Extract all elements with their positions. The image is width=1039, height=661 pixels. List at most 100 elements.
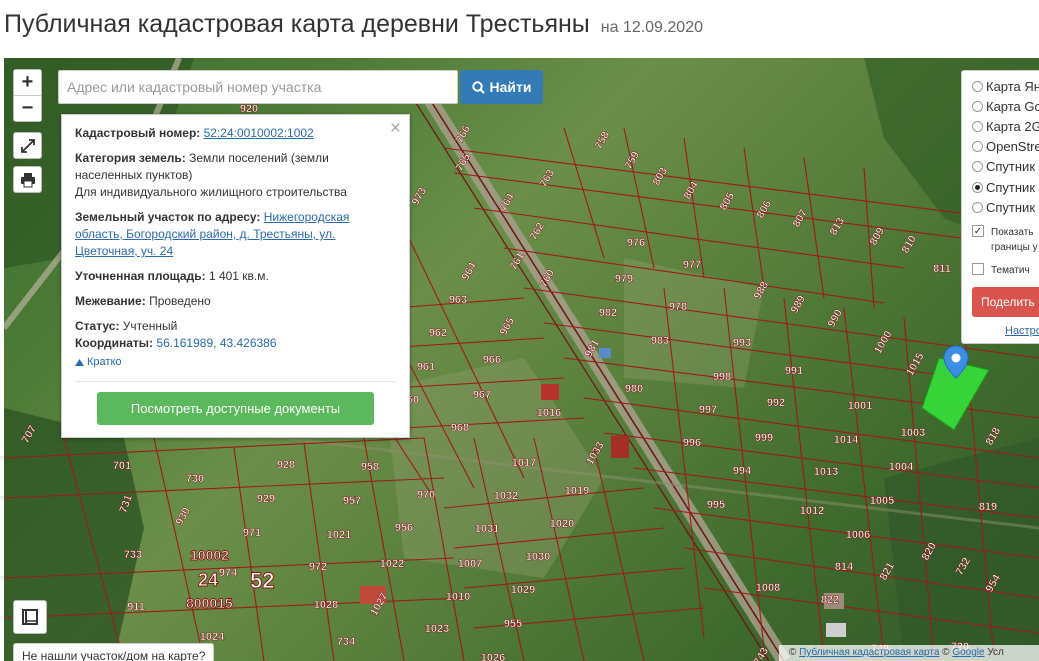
layer-option-1[interactable]: Карта Go [972,96,1039,116]
parcel-label[interactable]: 1029 [511,584,536,597]
settings-link[interactable]: Настро [1005,325,1039,337]
view-documents-button[interactable]: Посмотреть доступные документы [97,392,374,425]
layer-radio-2[interactable] [972,120,983,132]
layer-option-3[interactable]: OpenStre [972,137,1039,157]
parcel-label[interactable]: 1017 [512,457,537,470]
parcel-label[interactable]: 994 [733,465,753,478]
parcel-label[interactable]: 734 [337,636,357,649]
parcel-label[interactable]: 965 [497,315,518,338]
parcel-label[interactable]: 1033 [584,440,607,468]
layer-radio-4[interactable] [972,161,983,173]
parcel-label[interactable]: 998 [713,371,732,384]
parcel-label[interactable]: 989 [788,293,809,316]
collapse-toggle[interactable]: Кратко [75,354,396,371]
parcel-label[interactable]: 928 [277,459,296,472]
parcel-label[interactable]: 814 [835,561,855,574]
attribution-link[interactable]: Публичная кадастровая карта [799,647,939,658]
parcel-label[interactable]: 1013 [814,466,839,479]
show-borders-row[interactable]: ✓ Показать границы у [972,225,1039,255]
parcel-label[interactable]: 995 [707,499,726,512]
parcel-label[interactable]: 1032 [494,490,519,503]
parcel-label[interactable]: 1019 [565,485,590,498]
parcel-label[interactable]: 911 [127,601,145,614]
parcel-label[interactable]: 929 [257,493,276,506]
parcel-label[interactable]: 997 [699,404,718,417]
parcel-label[interactable]: 701 [113,460,132,473]
map-area[interactable]: 10002 24 52 800015 766 765 758 759 803 804 805… [4,58,1039,661]
legend-button[interactable] [13,600,47,634]
parcel-label[interactable]: 764 [497,191,518,214]
parcel-label[interactable]: 962 [429,327,448,340]
zoom-in-button[interactable]: + [14,70,41,95]
parcel-label[interactable]: 988 [751,279,772,302]
parcel-label[interactable]: 957 [343,495,362,508]
coordinates-link[interactable]: 56.161989, 43.426386 [156,336,276,350]
show-borders-checkbox[interactable]: ✓ [972,225,984,238]
parcel-label[interactable]: 1023 [425,623,450,636]
parcel-label[interactable]: 956 [395,522,414,535]
parcel-label[interactable]: 978 [669,301,688,314]
parcel-label[interactable]: 973 [409,185,430,208]
parcel-label[interactable]: 1007 [458,558,483,571]
parcel-label[interactable]: 813 [827,215,848,238]
parcel-label[interactable]: 1028 [314,599,339,612]
parcel-label[interactable]: 822 [821,594,840,607]
parcel-label[interactable]: 730 [186,473,205,486]
print-button[interactable] [13,166,42,193]
parcel-label[interactable]: 804 [681,179,702,202]
parcel-label[interactable]: 766 [453,123,474,146]
parcel-label[interactable]: 930 [173,505,194,528]
parcel-label[interactable]: 961 [417,361,436,374]
attribution-google-link[interactable]: Google [952,647,984,658]
layer-radio-3[interactable] [972,141,983,153]
parcel-label[interactable]: 733 [124,549,143,562]
parcel-label[interactable]: 1024 [200,631,226,644]
parcel-label[interactable]: 972 [309,561,328,574]
parcel-label[interactable]: 991 [785,365,804,378]
parcel-label[interactable]: 964 [459,260,480,283]
parcel-label[interactable]: 1031 [475,523,500,536]
parcel-label[interactable]: 977 [683,259,702,272]
parcel-label[interactable]: 971 [243,527,262,540]
parcel-label[interactable]: 1030 [526,551,551,564]
parcel-label[interactable]: 1026 [481,652,506,661]
parcel-label[interactable]: 1021 [327,529,352,542]
parcel-label[interactable]: 974 [219,567,239,580]
parcel-label[interactable]: 996 [683,437,702,450]
parcel-label[interactable]: 807 [790,207,811,230]
parcel-label[interactable]: 1008 [756,582,781,595]
parcel-label[interactable]: 990 [825,307,846,330]
share-button[interactable]: Поделить [972,287,1039,318]
parcel-label[interactable]: 992 [767,397,786,410]
parcel-label[interactable]: 1005 [870,495,895,508]
parcel-label[interactable]: 983 [651,335,670,348]
parcel-label[interactable]: 759 [622,149,643,172]
parcel-label[interactable]: 758 [592,129,613,152]
parcel-label[interactable]: 809 [867,225,888,248]
parcel-label[interactable]: 966 [483,354,502,367]
layer-option-5[interactable]: Спутник [972,177,1039,197]
layer-option-0[interactable]: Карта Ян [972,76,1039,96]
layer-option-4[interactable]: Спутник [972,157,1039,177]
parcel-label[interactable]: 976 [627,237,646,250]
parcel-label[interactable]: 1020 [550,518,575,531]
parcel-label[interactable]: 818 [983,425,1004,448]
parcel-label[interactable]: 1010 [446,591,471,604]
zoom-out-button[interactable]: − [14,96,41,121]
parcel-label[interactable]: 955 [504,618,523,631]
parcel-label[interactable]: 811 [933,263,951,276]
parcel-label[interactable]: 980 [625,383,644,396]
not-found-button[interactable]: Не нашли участок/дом на карте? [13,643,215,661]
layer-radio-6[interactable] [972,201,983,213]
parcel-label[interactable]: 979 [615,273,634,286]
layer-radio-5[interactable] [972,181,983,193]
parcel-label[interactable]: 803 [650,165,671,188]
parcel-label[interactable]: 968 [451,422,470,435]
layer-radio-1[interactable] [972,100,983,112]
parcel-label[interactable]: 1004 [889,461,915,474]
fullscreen-button[interactable] [13,132,42,159]
parcel-label[interactable]: 1003 [901,427,926,440]
parcel-label[interactable]: 1022 [380,558,405,571]
parcel-label[interactable]: 810 [899,233,920,256]
parcel-label[interactable]: 970 [417,489,436,502]
